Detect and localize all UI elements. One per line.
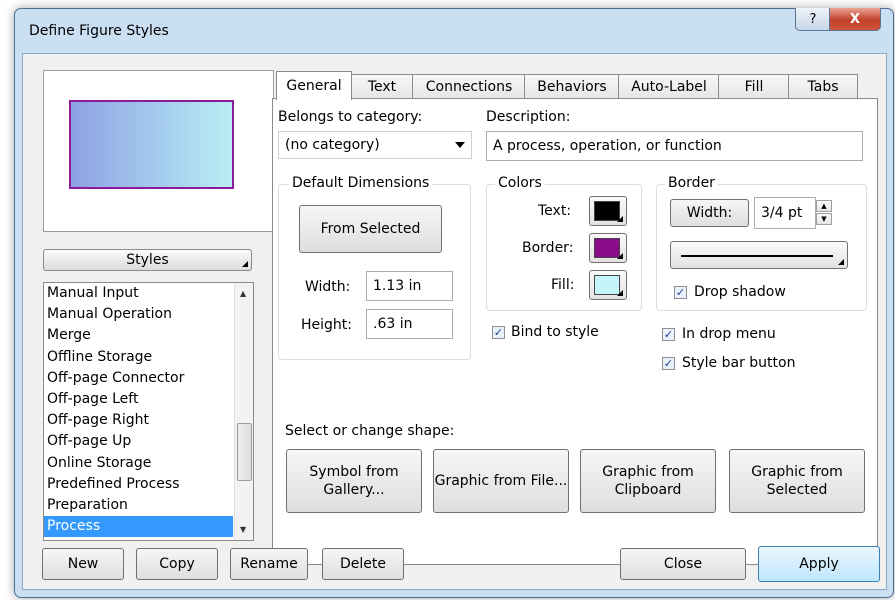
tab-tabs[interactable]: Tabs [788, 74, 858, 99]
border-width-button[interactable]: Width: [670, 199, 749, 227]
description-field[interactable]: A process, operation, or function [486, 131, 863, 161]
border-color-label: Border: [522, 240, 574, 256]
window-close-button[interactable]: X [829, 8, 881, 31]
text-color-label: Text: [538, 203, 572, 219]
border-color-button[interactable] [589, 233, 627, 263]
styles-list[interactable]: Manual Input Manual Operation Merge Offl… [43, 282, 254, 541]
spin-up-icon[interactable]: ▲ [816, 200, 832, 212]
tab-connections[interactable]: Connections [412, 74, 526, 99]
text-color-button[interactable] [589, 196, 627, 226]
graphic-from-clipboard-button[interactable]: Graphic from Clipboard [580, 449, 716, 513]
scroll-down-icon[interactable]: ▼ [240, 525, 246, 534]
apply-button[interactable]: Apply [758, 546, 880, 582]
description-label: Description: [486, 109, 571, 125]
preview-shape [69, 100, 234, 189]
default-dimensions-title: Default Dimensions [289, 175, 433, 191]
height-label: Height: [301, 317, 352, 333]
fill-color-label: Fill: [551, 277, 575, 293]
tab-fill[interactable]: Fill [718, 74, 790, 99]
drop-shadow-label: Drop shadow [694, 284, 786, 300]
spin-down-icon[interactable]: ▼ [816, 213, 832, 225]
styles-button-label: Styles [126, 252, 169, 268]
category-value: (no category) [285, 137, 380, 153]
styles-list-scrollbar[interactable]: ▲ ▼ [234, 283, 253, 540]
delete-button[interactable]: Delete [322, 548, 404, 580]
height-field[interactable]: .63 in [366, 309, 453, 339]
color-picker-corner-icon [617, 253, 623, 259]
border-width-field[interactable]: 3/4 pt [754, 197, 816, 229]
close-button[interactable]: Close [620, 548, 746, 580]
style-item-off-page-left[interactable]: Off-page Left [44, 389, 233, 410]
tab-general[interactable]: General [276, 71, 352, 100]
drop-shadow-checkbox[interactable]: ✓ [674, 286, 687, 299]
border-line-style-button[interactable] [670, 241, 848, 269]
style-item-online-storage[interactable]: Online Storage [44, 453, 233, 474]
width-field[interactable]: 1.13 in [366, 271, 453, 301]
style-bar-button-label: Style bar button [682, 355, 796, 371]
scrollbar-thumb[interactable] [237, 423, 252, 481]
select-shape-label: Select or change shape: [285, 423, 455, 439]
border-title: Border [665, 175, 718, 191]
rename-button[interactable]: Rename [230, 548, 308, 580]
symbol-from-gallery-button[interactable]: Symbol from Gallery... [286, 449, 422, 513]
color-picker-corner-icon [617, 216, 623, 222]
help-button[interactable]: ? [795, 8, 831, 31]
dropdown-corner-icon [838, 259, 844, 265]
category-label: Belongs to category: [278, 109, 423, 125]
category-dropdown[interactable]: (no category) [278, 131, 472, 159]
graphic-from-selected-button[interactable]: Graphic from Selected [729, 449, 865, 513]
style-item-offline-storage[interactable]: Offline Storage [44, 347, 233, 368]
style-item-predefined-process[interactable]: Predefined Process [44, 474, 233, 495]
style-item-preparation[interactable]: Preparation [44, 495, 233, 516]
line-style-preview [681, 255, 833, 257]
style-item-off-page-right[interactable]: Off-page Right [44, 410, 233, 431]
new-button[interactable]: New [42, 548, 124, 580]
in-drop-menu-label: In drop menu [682, 326, 776, 342]
title-bar[interactable]: Define Figure Styles ? X [15, 8, 893, 53]
bind-to-style-label: Bind to style [511, 324, 599, 340]
graphic-from-file-button[interactable]: Graphic from File... [433, 449, 569, 513]
style-item-merge[interactable]: Merge [44, 325, 233, 346]
close-icon: X [849, 11, 861, 27]
style-item-off-page-up[interactable]: Off-page Up [44, 431, 233, 452]
tab-behaviors[interactable]: Behaviors [524, 74, 620, 99]
style-item-manual-operation[interactable]: Manual Operation [44, 304, 233, 325]
fill-color-button[interactable] [589, 270, 627, 300]
style-item-process[interactable]: Process [44, 516, 233, 538]
tab-auto-label[interactable]: Auto-Label [618, 74, 720, 99]
style-preview [43, 70, 274, 232]
window-title: Define Figure Styles [29, 23, 169, 39]
dropdown-arrow-icon [455, 142, 465, 148]
style-item-off-page-connector[interactable]: Off-page Connector [44, 368, 233, 389]
color-picker-corner-icon [617, 290, 623, 296]
help-icon: ? [809, 11, 817, 27]
styles-menu-button[interactable]: Styles [43, 249, 252, 271]
style-item-manual-input[interactable]: Manual Input [44, 283, 233, 304]
from-selected-button[interactable]: From Selected [299, 205, 442, 253]
width-label: Width: [305, 279, 351, 295]
scroll-up-icon[interactable]: ▲ [240, 289, 246, 298]
style-bar-button-checkbox[interactable]: ✓ [662, 357, 675, 370]
dropdown-corner-icon [242, 261, 248, 267]
copy-button[interactable]: Copy [136, 548, 218, 580]
tab-text[interactable]: Text [350, 74, 414, 99]
colors-title: Colors [495, 175, 545, 191]
in-drop-menu-checkbox[interactable]: ✓ [662, 328, 675, 341]
bind-to-style-checkbox[interactable]: ✓ [492, 326, 505, 339]
